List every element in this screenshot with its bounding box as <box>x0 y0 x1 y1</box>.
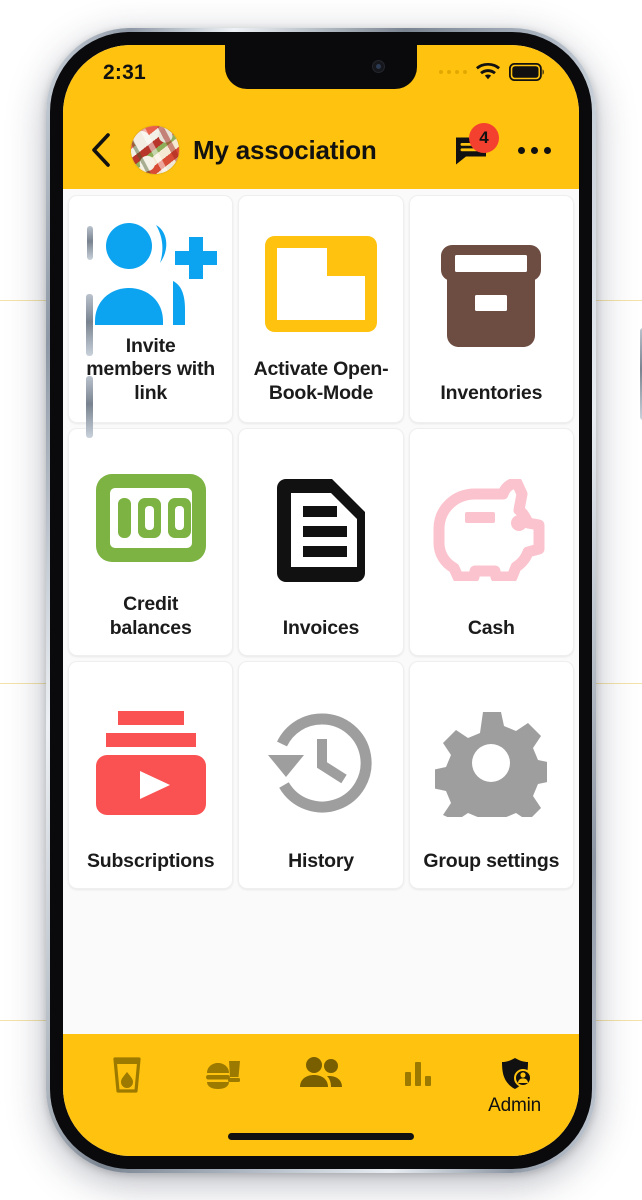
nav-item-drinks[interactable] <box>87 1056 167 1097</box>
tile-cash[interactable]: Cash <box>408 428 574 656</box>
people-icon <box>299 1057 342 1087</box>
volume-down-button[interactable] <box>86 376 93 438</box>
tile-subscriptions[interactable]: Subscriptions <box>68 661 234 889</box>
banknote-100-icon <box>77 443 224 593</box>
phone-bezel: 2:31 My association 4 Invite members wit… <box>50 32 592 1169</box>
home-indicator[interactable] <box>228 1133 414 1140</box>
back-button[interactable] <box>85 130 117 170</box>
piggy-bank-icon <box>418 443 565 617</box>
nav-label: Admin <box>488 1095 541 1116</box>
tile-label: Invite members with link <box>86 334 216 405</box>
nav-item-people[interactable] <box>281 1056 361 1093</box>
nav-item-admin[interactable]: Admin <box>475 1056 555 1117</box>
history-clock-icon <box>247 676 394 850</box>
tile-label: Group settings <box>423 850 560 873</box>
phone-device-frame: 2:31 My association 4 Invite members wit… <box>46 28 642 1173</box>
document-lines-icon <box>247 443 394 617</box>
overflow-menu-button[interactable] <box>516 137 553 164</box>
tile-label: Credit balances <box>109 593 192 640</box>
status-bar-indicators <box>438 59 546 81</box>
status-bar-clock: 2:31 <box>103 61 146 84</box>
tile-inventories[interactable]: Inventories <box>408 195 574 423</box>
avatar[interactable] <box>131 126 179 174</box>
food-meal-icon <box>206 1061 241 1089</box>
tile-credit-balances[interactable]: Credit balances <box>68 428 234 656</box>
tile-label: Cash <box>467 617 515 640</box>
chat-button[interactable]: 4 <box>450 123 499 172</box>
person-add-icon <box>77 210 224 335</box>
wifi-icon <box>476 63 500 81</box>
tile-label: Activate Open- Book-Mode <box>253 358 389 405</box>
subscriptions-play-icon <box>77 676 224 850</box>
shield-admin-icon <box>501 1058 532 1089</box>
tile-label: Subscriptions <box>86 850 215 873</box>
more-horizontal-icon <box>518 146 525 154</box>
status-badge: 4 <box>469 123 499 153</box>
gear-icon <box>418 676 565 850</box>
tile-label: Invoices <box>282 617 360 640</box>
phone-screen: 2:31 My association 4 Invite members wit… <box>63 45 579 1156</box>
drink-cup-icon <box>113 1057 141 1093</box>
volume-up-button[interactable] <box>86 294 93 356</box>
status-bar: 2:31 <box>63 45 579 111</box>
chevron-left-icon <box>92 133 110 167</box>
page-title: My association <box>193 134 377 165</box>
nav-item-statistics[interactable] <box>378 1056 458 1091</box>
battery-full-icon <box>509 63 545 81</box>
tile-label: History <box>288 850 354 873</box>
device-notch <box>225 45 417 89</box>
main-content: Invite members with link Activate Open- … <box>63 189 579 1034</box>
silent-switch[interactable] <box>87 226 93 260</box>
archive-box-icon <box>418 210 565 382</box>
folder-open-icon <box>247 210 394 358</box>
feature-grid: Invite members with link Activate Open- … <box>68 195 574 889</box>
nav-item-food[interactable] <box>184 1056 264 1097</box>
bar-chart-icon <box>404 1062 431 1086</box>
app-bar: My association 4 <box>63 111 579 189</box>
screenshot-stage: 2:31 My association 4 Invite members wit… <box>0 0 642 1200</box>
tile-invoices[interactable]: Invoices <box>238 428 404 656</box>
tile-group-settings[interactable]: Group settings <box>408 661 574 889</box>
tile-history[interactable]: History <box>238 661 404 889</box>
tile-label: Inventories <box>440 382 543 405</box>
front-camera-icon <box>372 60 385 73</box>
signal-dots-icon <box>438 69 467 75</box>
tile-activate-open-book-mode[interactable]: Activate Open- Book-Mode <box>238 195 404 423</box>
